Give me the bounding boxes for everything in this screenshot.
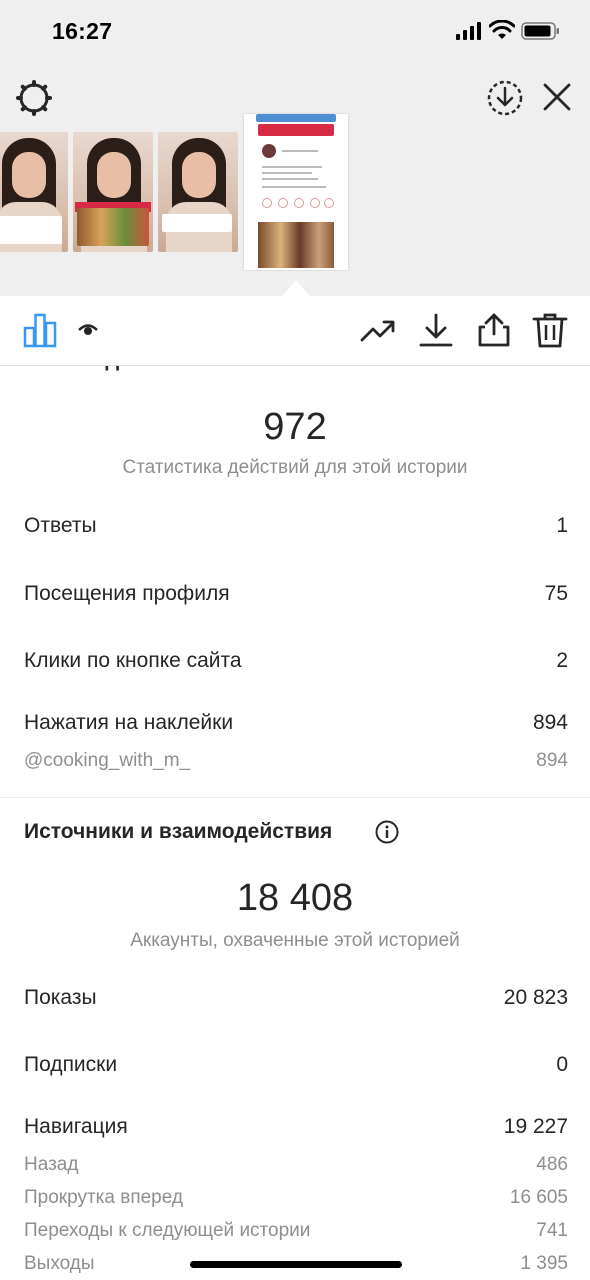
row-profile-visits-value: 75 <box>544 582 568 605</box>
row-back-label: Назад <box>24 1154 79 1175</box>
trending-icon[interactable] <box>360 312 396 348</box>
home-indicator[interactable] <box>190 1261 402 1268</box>
download-icon[interactable] <box>418 312 454 348</box>
row-forward-label: Прокрутка вперед <box>24 1187 183 1208</box>
story-carousel-area <box>0 62 590 296</box>
interactions-caption: Статистика действий для этой истории <box>122 457 468 478</box>
discovery-total: 18 408 <box>236 877 354 919</box>
story-thumbnail-tag <box>258 124 334 136</box>
info-icon[interactable] <box>375 820 399 844</box>
story-thumbnail-header <box>256 114 336 122</box>
discovery-caption: Аккаунты, охваченные этой историей <box>130 930 460 951</box>
share-icon[interactable] <box>476 312 512 348</box>
row-exits-label: Выходы <box>24 1253 95 1274</box>
row-sticker-taps-label: Нажатия на наклейки <box>24 711 234 734</box>
section-divider <box>0 797 590 798</box>
interactions-total: 972 <box>263 406 327 448</box>
row-next-story-label: Переходы к следующей истории <box>24 1220 311 1241</box>
row-sticker-mention-value: 894 <box>536 750 568 771</box>
selected-indicator <box>282 280 310 296</box>
bar-chart-icon[interactable] <box>22 312 58 348</box>
settings-gear-icon[interactable] <box>14 78 54 118</box>
close-icon[interactable] <box>540 80 574 114</box>
row-impressions-label: Показы <box>24 986 97 1009</box>
story-thumbnail[interactable] <box>158 132 238 252</box>
battery-icon <box>521 22 559 40</box>
eye-icon[interactable] <box>76 318 100 342</box>
row-website-clicks-value: 2 <box>556 649 568 672</box>
story-toolbar <box>0 296 590 366</box>
story-thumbnail[interactable] <box>0 132 68 252</box>
row-sticker-mention-label: @cooking_with_m_ <box>24 750 191 771</box>
row-next-story-value: 741 <box>536 1220 568 1241</box>
story-thumbnail-active[interactable] <box>244 114 348 270</box>
status-time: 16:27 <box>52 18 113 44</box>
wifi-icon <box>489 20 515 39</box>
row-website-clicks-label: Клики по кнопке сайта <box>24 649 242 672</box>
story-thumbnail[interactable] <box>73 132 153 252</box>
section-title-discovery: Источники и взаимодействия <box>24 820 333 843</box>
row-impressions-value: 20 823 <box>503 986 568 1009</box>
row-sticker-taps-value: 894 <box>532 711 568 734</box>
row-replies-value: 1 <box>556 514 568 537</box>
row-back-value: 486 <box>536 1154 568 1175</box>
row-profile-visits-label: Посещения профиля <box>24 582 230 605</box>
signal-icon <box>456 22 481 40</box>
row-follows-label: Подписки <box>24 1053 118 1076</box>
status-bar: 16:27 <box>0 0 590 62</box>
trash-icon[interactable] <box>532 312 568 348</box>
row-follows-value: 0 <box>556 1053 568 1076</box>
row-navigation-value: 19 227 <box>503 1115 568 1138</box>
row-replies-label: Ответы <box>24 514 97 537</box>
save-story-icon[interactable] <box>485 78 525 118</box>
row-forward-value: 16 605 <box>509 1187 568 1208</box>
row-exits-value: 1 395 <box>520 1253 568 1274</box>
row-navigation-label: Навигация <box>24 1115 128 1138</box>
